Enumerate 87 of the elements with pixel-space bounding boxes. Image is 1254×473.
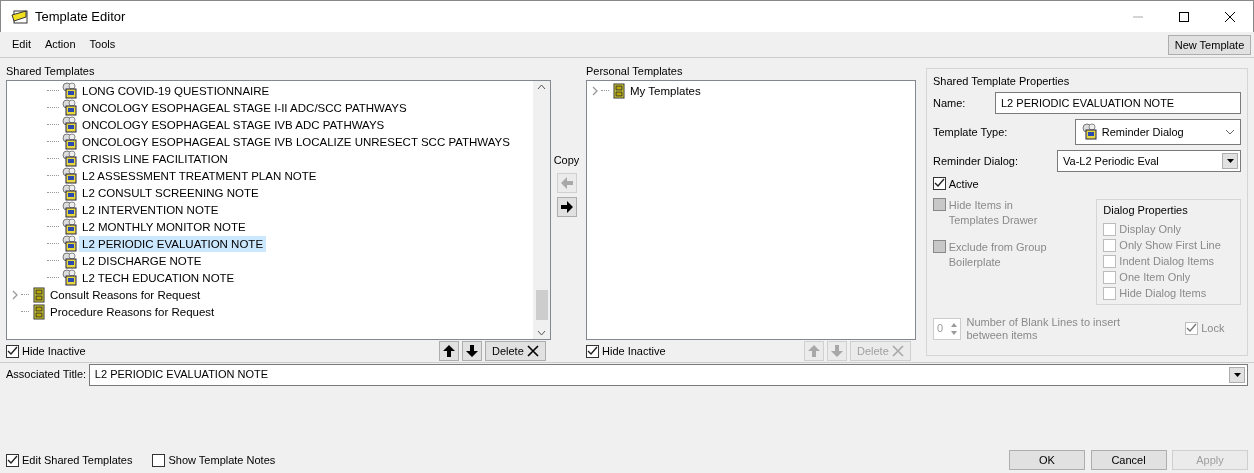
- checkbox-label: Hide Dialog Items: [1119, 286, 1207, 302]
- tree-item[interactable]: My Templates: [627, 82, 704, 99]
- tree-item[interactable]: Procedure Reasons for Request: [47, 303, 218, 320]
- menu-item[interactable]: Edit: [6, 36, 37, 53]
- reminder-dialog-icon: [61, 166, 79, 185]
- reminder-dialog-icon: [61, 115, 79, 134]
- tree-item[interactable]: ONCOLOGY ESOPHAGEAL STAGE IVB LOCALIZE UNRESECT SCC PATHWAYS: [79, 133, 513, 150]
- reminder-dialog-icon: [61, 251, 79, 270]
- checkbox[interactable]: [6, 344, 19, 358]
- tree-item[interactable]: L2 CONSULT SCREENING NOTE: [79, 184, 262, 201]
- reminder-dialog-icon: [61, 98, 79, 117]
- group-title: Dialog Properties: [1103, 203, 1189, 219]
- close-icon: [891, 345, 904, 357]
- tree-item[interactable]: Consult Reasons for Request: [47, 286, 204, 303]
- reminder-dialog-icon: [61, 200, 79, 219]
- dropdown-arrow-icon[interactable]: [1226, 159, 1234, 164]
- checkbox-label: Display Only: [1119, 222, 1182, 238]
- checkbox[interactable]: [152, 453, 166, 467]
- new-template-button[interactable]: New Template: [1167, 34, 1252, 55]
- name-field[interactable]: L2 PERIODIC EVALUATION NOTE: [995, 92, 1241, 115]
- tree-item[interactable]: L2 DISCHARGE NOTE: [79, 252, 205, 269]
- expand-chevron-icon[interactable]: [591, 85, 599, 96]
- file-cabinet-icon: [31, 285, 47, 304]
- tree-item[interactable]: L2 INTERVENTION NOTE: [79, 201, 222, 218]
- checkbox-label: Only Show First Line: [1119, 238, 1221, 254]
- dropdown-arrow-icon[interactable]: [1233, 372, 1241, 377]
- copy-right-button[interactable]: [556, 196, 577, 217]
- move-down-button[interactable]: [461, 341, 482, 361]
- checkbox-label: Show Template Notes: [168, 452, 276, 468]
- field-label: Reminder Dialog:: [933, 154, 1019, 169]
- tree-item[interactable]: L2 TECH EDUCATION NOTE: [79, 269, 238, 286]
- checkbox-label: One Item Only: [1119, 270, 1191, 286]
- tree-item[interactable]: ONCOLOGY ESOPHAGEAL STAGE IVB ADC PATHWAYS: [79, 116, 388, 133]
- reminder-dialog-icon: [61, 132, 79, 151]
- tree-item[interactable]: ONCOLOGY ESOPHAGEAL STAGE I-II ADC/SCC PATHWAYS: [79, 99, 410, 116]
- file-cabinet-icon: [31, 302, 47, 321]
- dialog-select-dropdown[interactable]: Va-L2 Periodic Eval: [1057, 150, 1241, 173]
- checkbox-label: Indent Dialog Items: [1119, 254, 1215, 270]
- reminder-dialog-icon: [61, 268, 79, 287]
- checkbox-label: Exclude from Group Boilerplate: [948, 240, 1048, 271]
- scroll-down-icon[interactable]: [537, 330, 546, 336]
- tree-item[interactable]: L2 PERIODIC EVALUATION NOTE: [79, 235, 267, 252]
- panel-label: Shared Templates: [6, 64, 96, 79]
- spinner-label: Number of Blank Lines to insert between items: [966, 315, 1121, 342]
- reminder-dialog-icon: [61, 183, 79, 202]
- field-label: Associated Title:: [6, 367, 87, 383]
- menu-item[interactable]: Tools: [83, 36, 122, 53]
- checkbox-label: Active: [948, 177, 979, 193]
- scroll-up-icon[interactable]: [537, 84, 546, 90]
- associated-title-dropdown[interactable]: L2 PERIODIC EVALUATION NOTE: [88, 363, 1248, 386]
- checkbox-label: Edit Shared Templates: [22, 452, 133, 468]
- expand-chevron-icon[interactable]: [11, 289, 19, 300]
- maximize-icon[interactable]: [1179, 11, 1189, 22]
- checkbox-label: Hide Inactive: [602, 343, 666, 359]
- file-cabinet-icon: [611, 81, 627, 100]
- reminder-dialog-icon: [61, 217, 79, 236]
- checkbox-label: Hide Inactive: [22, 343, 86, 359]
- scroll-thumb[interactable]: [535, 290, 548, 320]
- window-title: Template Editor: [35, 7, 126, 26]
- panel-label: Personal Templates: [586, 64, 684, 79]
- tree-item[interactable]: L2 ASSESSMENT TREATMENT PLAN NOTE: [79, 167, 320, 184]
- move-up-button[interactable]: [438, 341, 459, 361]
- reminder-dialog-icon: [61, 234, 79, 253]
- close-icon[interactable]: [1225, 11, 1235, 22]
- reminder-dialog-icon: [61, 149, 79, 168]
- group-title: Shared Template Properties: [933, 74, 1071, 89]
- dialog-button[interactable]: Cancel: [1090, 450, 1167, 470]
- dialog-button[interactable]: OK: [1009, 450, 1085, 470]
- tree-item[interactable]: L2 MONTHLY MONITOR NOTE: [79, 218, 249, 235]
- field-label: Name:: [933, 96, 967, 111]
- checkbox[interactable]: [6, 453, 19, 467]
- scrollbar[interactable]: [533, 81, 550, 339]
- template-type-dropdown[interactable]: Reminder Dialog: [1075, 119, 1241, 146]
- reminder-dialog-icon: [1081, 123, 1099, 142]
- checkbox[interactable]: [586, 344, 599, 358]
- checkbox-label: Lock: [1201, 321, 1225, 337]
- delete-button[interactable]: Delete: [484, 341, 546, 361]
- close-icon: [526, 345, 539, 357]
- tree-item[interactable]: CRISIS LINE FACILITATION: [79, 150, 231, 167]
- chevron-down-icon[interactable]: [1225, 129, 1235, 136]
- copy-label: Copy: [553, 153, 580, 168]
- notepad-icon: [11, 8, 29, 25]
- tree-item[interactable]: LONG COVID-19 QUESTIONNAIRE: [79, 82, 273, 99]
- field-label: Template Type:: [933, 125, 1009, 140]
- menu-item[interactable]: Action: [38, 36, 82, 53]
- checkbox[interactable]: [933, 177, 946, 191]
- checkbox-label: Hide Items in Templates Drawer: [948, 198, 1039, 229]
